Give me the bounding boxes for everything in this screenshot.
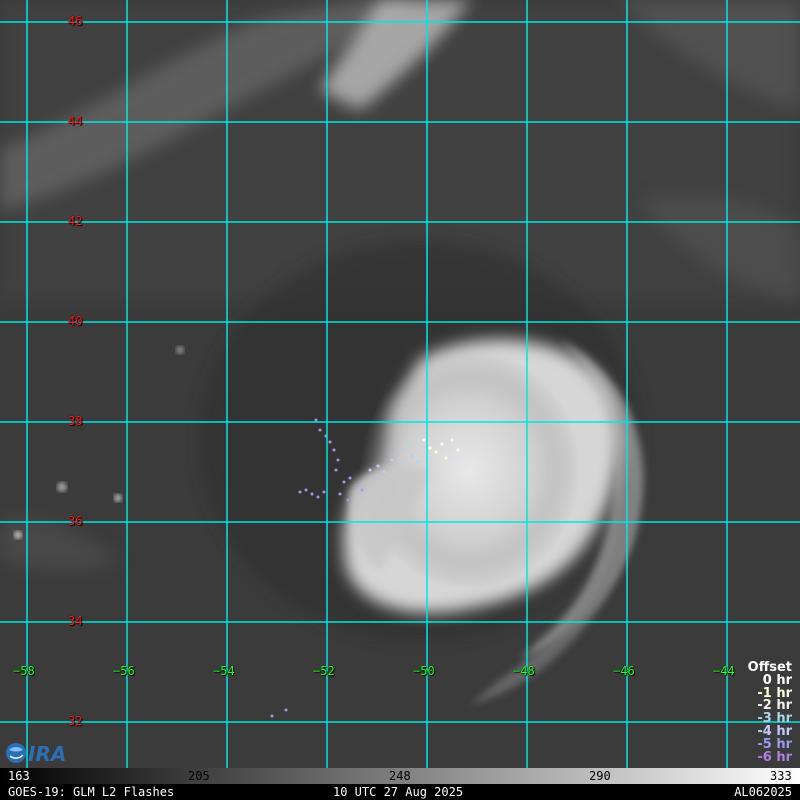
longitude-label: −48 — [513, 664, 535, 678]
longitude-label: −58 — [13, 664, 35, 678]
satellite-imagery — [0, 0, 800, 768]
satellite-map: 46 44 42 40 38 36 34 32 −58 −56 −54 −52 −50 −48 −46 −4… — [0, 0, 800, 800]
svg-text:IRA: IRA — [28, 742, 66, 766]
colorbar-tick-4: 333 — [770, 769, 792, 783]
colorbar-tick-2: 248 — [389, 769, 411, 783]
latitude-label: 40 — [68, 314, 83, 328]
latitude-label: 42 — [68, 214, 83, 228]
footer-bar: GOES-19: GLM L2 Flashes 10 UTC 27 Aug 20… — [0, 784, 800, 800]
longitude-label: −52 — [313, 664, 335, 678]
latitude-label: 38 — [68, 414, 83, 428]
longitude-label: −50 — [413, 664, 435, 678]
footer-storm-id: AL062025 — [734, 785, 792, 799]
latitude-label: 36 — [68, 514, 83, 528]
latitude-label: 32 — [68, 714, 83, 728]
footer-timestamp: 10 UTC 27 Aug 2025 — [333, 785, 464, 799]
latitude-label: 44 — [68, 114, 83, 128]
longitude-label: −56 — [113, 664, 135, 678]
longitude-label: −44 — [713, 664, 735, 678]
legend-row-6hr: -6 hr — [757, 749, 792, 765]
latitude-label: 34 — [68, 614, 83, 628]
longitude-label: −54 — [213, 664, 235, 678]
colorbar-tick-1: 205 — [188, 769, 210, 783]
longitude-label: −46 — [613, 664, 635, 678]
colorbar-tick-3: 290 — [589, 769, 611, 783]
colorbar-tick-0: 163 — [8, 769, 30, 783]
footer-product: GOES-19: GLM L2 Flashes — [8, 785, 175, 799]
offset-legend: Offset 0 hr -1 hr -2 hr -3 hr -4 hr -5 h… — [748, 661, 792, 765]
cira-logo-icon: IRA — [6, 742, 66, 766]
latitude-label: 46 — [68, 14, 83, 28]
